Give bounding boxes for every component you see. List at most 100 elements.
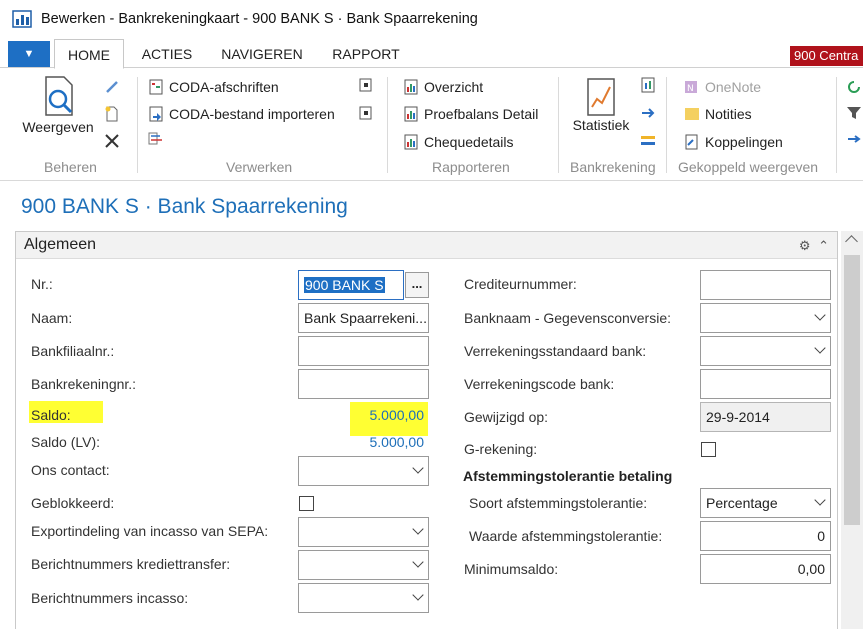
coda-afschriften-label: CODA-afschriften xyxy=(169,79,279,95)
group-label-beheren: Beheren xyxy=(44,159,97,175)
group-separator xyxy=(558,77,559,173)
arrow-right-icon[interactable] xyxy=(846,131,862,147)
saldo-label: Saldo: xyxy=(31,407,71,423)
proefbalans-label: Proefbalans Detail xyxy=(424,106,539,122)
verrekeningsstandaard-label: Verrekeningsstandaard bank: xyxy=(464,343,647,359)
chevron-down-icon xyxy=(814,494,826,506)
report-doc-icon xyxy=(149,79,163,95)
geblokkeerd-checkbox[interactable] xyxy=(299,496,314,511)
bankrekeningnr-field[interactable] xyxy=(298,369,429,399)
title-bar: Bewerken - Bankrekeningkaart - 900 BANK … xyxy=(0,0,863,38)
chevron-down-icon xyxy=(412,462,424,474)
statistiek-button[interactable]: Statistiek xyxy=(566,77,636,133)
weergeven-button[interactable]: Weergeven xyxy=(14,75,102,135)
notities-button[interactable]: Notities xyxy=(684,103,752,125)
geblokkeerd-label: Geblokkeerd: xyxy=(31,495,115,511)
coda-afschriften-button[interactable]: CODA-afschriften xyxy=(148,76,279,98)
page-title: 900 BANK S · Bank Spaarrekening xyxy=(21,195,348,218)
berichtnummers-krediet-label: Berichtnummers krediettransfer: xyxy=(31,556,231,572)
application-window: Bewerken - Bankrekeningkaart - 900 BANK … xyxy=(0,0,863,629)
statistiek-label: Statistiek xyxy=(572,117,630,133)
chevron-down-icon xyxy=(412,523,424,535)
bank-transfer-icon[interactable] xyxy=(640,105,656,121)
chevron-down-icon xyxy=(412,589,424,601)
chevron-down-icon xyxy=(412,556,424,568)
window-title: Bewerken - Bankrekeningkaart - 900 BANK … xyxy=(41,11,478,27)
proefbalans-button[interactable]: Proefbalans Detail xyxy=(403,103,538,125)
fasttab-header[interactable]: Algemeen ⚙ ⌃ xyxy=(16,232,837,259)
delete-cross-icon[interactable] xyxy=(104,133,120,149)
small-report2-icon[interactable] xyxy=(358,105,374,121)
banknaam-label: Banknaam - Gegevensconversie: xyxy=(464,310,671,326)
tab-home[interactable]: HOME xyxy=(54,39,124,69)
overzicht-label: Overzicht xyxy=(424,79,484,95)
onenote-label: OneNote xyxy=(705,79,762,95)
vertical-scrollbar[interactable] xyxy=(841,231,863,629)
soort-afstemming-dropdown[interactable]: Percentage xyxy=(700,488,831,518)
coda-importeren-label: CODA-bestand importeren xyxy=(169,106,335,122)
tab-rapport[interactable]: RAPPORT xyxy=(322,39,410,69)
berichtnummers-krediet-dropdown[interactable] xyxy=(298,550,429,580)
report-balance-icon xyxy=(404,106,418,122)
verrekeningscode-field[interactable] xyxy=(700,369,831,399)
links-icon xyxy=(685,134,698,150)
report-overview-icon xyxy=(404,79,418,95)
nr-value: 900 BANK S xyxy=(304,277,385,293)
nr-label: Nr.: xyxy=(31,276,53,292)
onenote-button[interactable]: N OneNote xyxy=(684,76,761,98)
chevron-down-icon xyxy=(814,342,826,354)
scroll-up-arrow-icon[interactable] xyxy=(845,235,858,248)
crediteurnummer-label: Crediteurnummer: xyxy=(464,276,577,292)
svg-text:N: N xyxy=(687,84,694,94)
group-separator xyxy=(137,77,138,173)
chequedetails-button[interactable]: Chequedetails xyxy=(403,131,514,153)
bank-ledger-icon[interactable] xyxy=(640,133,656,149)
coda-importeren-button[interactable]: CODA-bestand importeren xyxy=(148,103,335,125)
exportindeling-dropdown[interactable] xyxy=(298,517,429,547)
koppelingen-button[interactable]: Koppelingen xyxy=(684,131,783,153)
berichtnummers-incasso-dropdown[interactable] xyxy=(298,583,429,613)
new-document-icon[interactable] xyxy=(104,106,120,122)
afstemming-heading: Afstemmingstolerantie betaling xyxy=(463,468,673,484)
nr-lookup-button[interactable]: ... xyxy=(405,272,429,298)
collapse-chevron-icon[interactable]: ⌃ xyxy=(818,238,829,253)
bankfiliaalnr-field[interactable] xyxy=(298,336,429,366)
gewijzigd-op-label: Gewijzigd op: xyxy=(464,409,549,425)
crediteurnummer-field[interactable] xyxy=(700,270,831,300)
scrollbar-thumb[interactable] xyxy=(844,255,860,525)
group-label-rapporteren: Rapporteren xyxy=(432,159,510,175)
gewijzigd-op-field: 29-9-2014 xyxy=(700,402,831,432)
small-report-icon[interactable] xyxy=(358,77,374,93)
nr-field[interactable]: 900 BANK S xyxy=(298,270,404,300)
group-separator xyxy=(836,77,837,173)
edit-pencil-icon[interactable] xyxy=(104,79,120,95)
saldo-value[interactable]: 5.000,00 xyxy=(330,407,425,423)
weergeven-label: Weergeven xyxy=(22,119,94,135)
naam-field[interactable]: Bank Spaarrekeni... xyxy=(298,303,429,333)
g-rekening-checkbox[interactable] xyxy=(701,442,716,457)
refresh-icon[interactable] xyxy=(846,79,862,95)
tab-acties[interactable]: ACTIES xyxy=(132,39,202,69)
process-lines-icon[interactable] xyxy=(148,131,164,147)
filter-icon[interactable] xyxy=(846,105,862,121)
waarde-afstemming-field[interactable]: 0 xyxy=(700,521,831,551)
soort-afstemming-label: Soort afstemmingstolerantie: xyxy=(469,495,648,511)
ons-contact-dropdown[interactable] xyxy=(298,456,429,486)
minimumsaldo-field[interactable]: 0,00 xyxy=(700,554,831,584)
bank-report-icon[interactable] xyxy=(640,77,656,93)
fasttab-title: Algemeen xyxy=(24,236,97,253)
saldo-lv-value[interactable]: 5.000,00 xyxy=(330,434,425,450)
group-separator xyxy=(387,77,388,173)
verrekeningsstandaard-dropdown[interactable] xyxy=(700,336,831,366)
customize-gear-icon[interactable]: ⚙ xyxy=(799,238,811,253)
verrekeningscode-label: Verrekeningscode bank: xyxy=(464,376,615,392)
group-label-bankrekening: Bankrekening xyxy=(570,159,656,175)
import-doc-icon xyxy=(149,106,163,122)
view-magnifier-icon xyxy=(45,76,73,116)
overzicht-button[interactable]: Overzicht xyxy=(403,76,483,98)
tab-navigeren[interactable]: NAVIGEREN xyxy=(212,39,312,69)
application-menu-button[interactable]: ▼ xyxy=(8,41,50,67)
saldo-lv-label: Saldo (LV): xyxy=(31,434,100,450)
banknaam-dropdown[interactable] xyxy=(700,303,831,333)
bankrekeningnr-label: Bankrekeningnr.: xyxy=(31,376,137,392)
